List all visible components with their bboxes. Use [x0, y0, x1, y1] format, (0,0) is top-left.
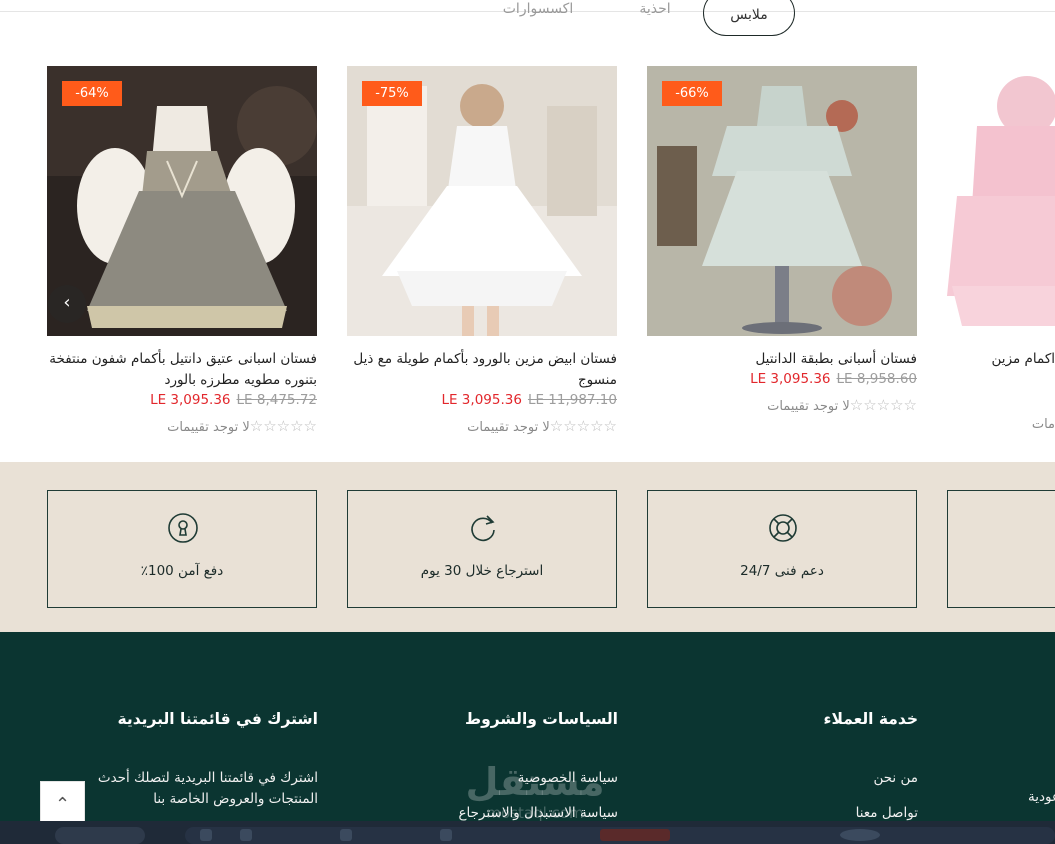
- taskbar-icon[interactable]: [600, 829, 670, 841]
- footer-heading: السياسات والشروط: [464, 710, 618, 728]
- rating: ☆☆☆☆☆لا توجد تقييمات: [47, 417, 317, 435]
- feature-returns: استرجاع خلال 30 يوم: [347, 490, 617, 608]
- watermark-domain: mostaql.com: [486, 804, 584, 822]
- lifebuoy-icon: [769, 514, 797, 542]
- rating: ☆☆☆☆☆لا توجد تقييمات: [647, 396, 917, 414]
- feature-support: دعم فنى 24/7: [647, 490, 917, 608]
- carousel-prev-button[interactable]: ‹: [48, 285, 86, 323]
- original-price: LE 8,475.72: [236, 392, 317, 408]
- product-card[interactable]: -66% فستان أسبانى بطبقة الدانتيل LE 3,09…: [647, 66, 917, 446]
- discount-badge: -75%: [362, 81, 422, 106]
- footer-service: خدمة العملاء من نحن تواصل معنا: [700, 710, 918, 824]
- chevron-up-icon: ⌃: [54, 794, 71, 815]
- footer-edge-text: عودية: [1027, 789, 1055, 805]
- taskbar-icon[interactable]: [340, 829, 352, 841]
- refresh-icon: [471, 515, 495, 542]
- os-taskbar: [0, 821, 1055, 844]
- original-price: LE 11,987.10: [527, 392, 617, 408]
- taskbar-icon[interactable]: [840, 829, 880, 841]
- product-title[interactable]: فستان أسبانى بطبقة الدانتيل: [647, 349, 917, 370]
- feature-label: دفع آمن 100٪: [140, 563, 224, 579]
- rating: مات: [947, 417, 1055, 432]
- footer-heading: اشترك في قائمتنا البريدية: [117, 710, 318, 728]
- discount-badge: -66%: [662, 81, 722, 106]
- rating-stars-icon: ☆☆☆☆☆: [549, 417, 617, 435]
- tab-shoes[interactable]: احذية: [628, 0, 682, 28]
- footer-heading: خدمة العملاء: [823, 710, 918, 728]
- rating-stars-icon: ☆☆☆☆☆: [849, 396, 917, 414]
- sale-price: LE 3,095.36: [750, 371, 831, 387]
- keyhole-icon: [168, 513, 198, 543]
- discount-badge: -64%: [62, 81, 122, 106]
- product-price: LE 3,095.36 LE 8,475.72: [47, 392, 317, 408]
- feature-label: استرجاع خلال 30 يوم: [420, 563, 544, 579]
- taskbar-icon[interactable]: [440, 829, 452, 841]
- newsletter-text: اشترك في قائمتنا البريدية لتصلك أحدث الم…: [97, 770, 318, 807]
- product-title[interactable]: فستان ابيض مزين بالورود بأكمام طويلة مع …: [347, 349, 617, 391]
- product-image[interactable]: [47, 66, 317, 336]
- category-tabs: اكسسوارات احذية ملابس: [0, 0, 1055, 38]
- rating-text: لا توجد تقييمات: [467, 420, 550, 435]
- product-price: LE 3,095.36 LE 11,987.10: [347, 392, 617, 408]
- product-card[interactable]: -75% فستان ابيض مزين بالورود بأكمام طويل…: [347, 66, 617, 446]
- product-title[interactable]: اكمام مزين: [947, 349, 1055, 370]
- sale-price: LE 3,095.36: [150, 392, 231, 408]
- features-strip: دفع آمن 100٪ استرجاع خلال 30 يوم دعم فنى…: [0, 462, 1055, 632]
- feature-partial: [947, 490, 1055, 608]
- footer-link-about[interactable]: من نحن: [700, 768, 918, 789]
- tab-accessories[interactable]: اكسسوارات: [488, 0, 588, 28]
- product-price: LE 3,095.36 LE 8,958.60: [647, 371, 917, 387]
- chevron-left-icon: ‹: [63, 292, 71, 313]
- taskbar-icon[interactable]: [240, 829, 252, 841]
- original-price: LE 8,958.60: [836, 371, 917, 387]
- rating-text: لا توجد تقييمات: [767, 399, 850, 414]
- taskbar-item[interactable]: [55, 827, 145, 844]
- product-card[interactable]: -64% فستان اسبانى عتيق دانتيل بأكمام شفو…: [47, 66, 317, 446]
- product-card[interactable]: اكمام مزين مات: [947, 66, 1055, 446]
- feature-secure-payment: دفع آمن 100٪: [47, 490, 317, 608]
- watermark-logo-text: مستقل: [465, 760, 605, 804]
- feature-label: دعم فنى 24/7: [740, 563, 824, 579]
- product-image[interactable]: [347, 66, 617, 336]
- taskbar-icon[interactable]: [200, 829, 212, 841]
- rating-text: مات: [1031, 417, 1055, 432]
- product-image[interactable]: [647, 66, 917, 336]
- rating: ☆☆☆☆☆لا توجد تقييمات: [347, 417, 617, 435]
- sale-price: LE 3,095.36: [441, 392, 522, 408]
- tab-clothes[interactable]: ملابس: [703, 0, 795, 36]
- footer-newsletter: اشترك في قائمتنا البريدية اشترك في قائمت…: [48, 710, 318, 810]
- product-image[interactable]: [947, 66, 1055, 336]
- scroll-to-top-button[interactable]: ⌃: [40, 781, 85, 826]
- rating-text: لا توجد تقييمات: [167, 420, 250, 435]
- rating-stars-icon: ☆☆☆☆☆: [249, 417, 317, 435]
- product-title[interactable]: فستان اسبانى عتيق دانتيل بأكمام شفون منت…: [47, 349, 317, 391]
- product-carousel: -64% فستان اسبانى عتيق دانتيل بأكمام شفو…: [0, 66, 1055, 446]
